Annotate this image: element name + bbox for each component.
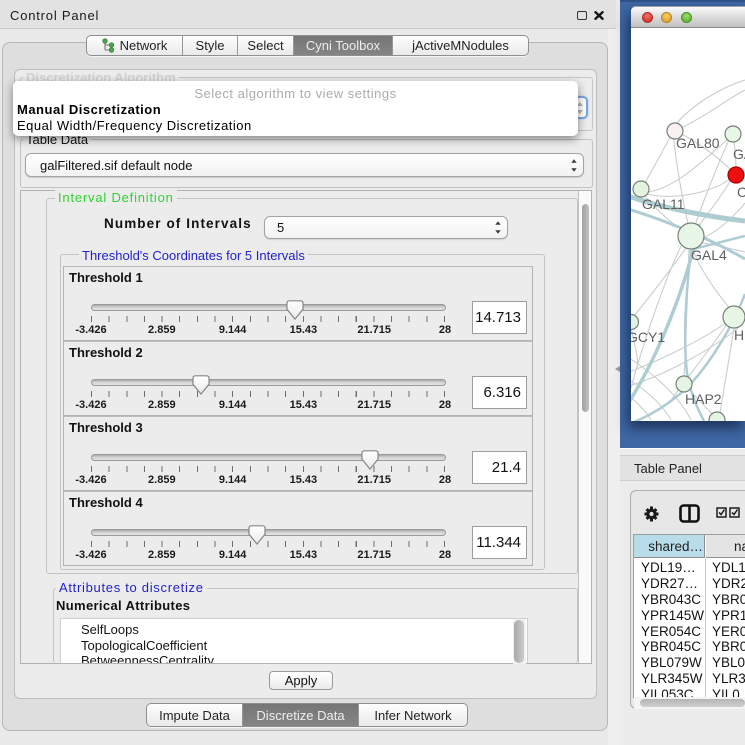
svg-text:H: H — [734, 327, 744, 343]
svg-text:GA: GA — [733, 146, 745, 162]
svg-text:GAL4: GAL4 — [691, 247, 727, 263]
svg-text:GCY1: GCY1 — [631, 329, 665, 345]
svg-text:GAL80: GAL80 — [676, 135, 720, 151]
svg-text:GAL11: GAL11 — [642, 196, 685, 212]
svg-text:C: C — [737, 184, 745, 200]
svg-text:HAP2: HAP2 — [685, 391, 722, 407]
